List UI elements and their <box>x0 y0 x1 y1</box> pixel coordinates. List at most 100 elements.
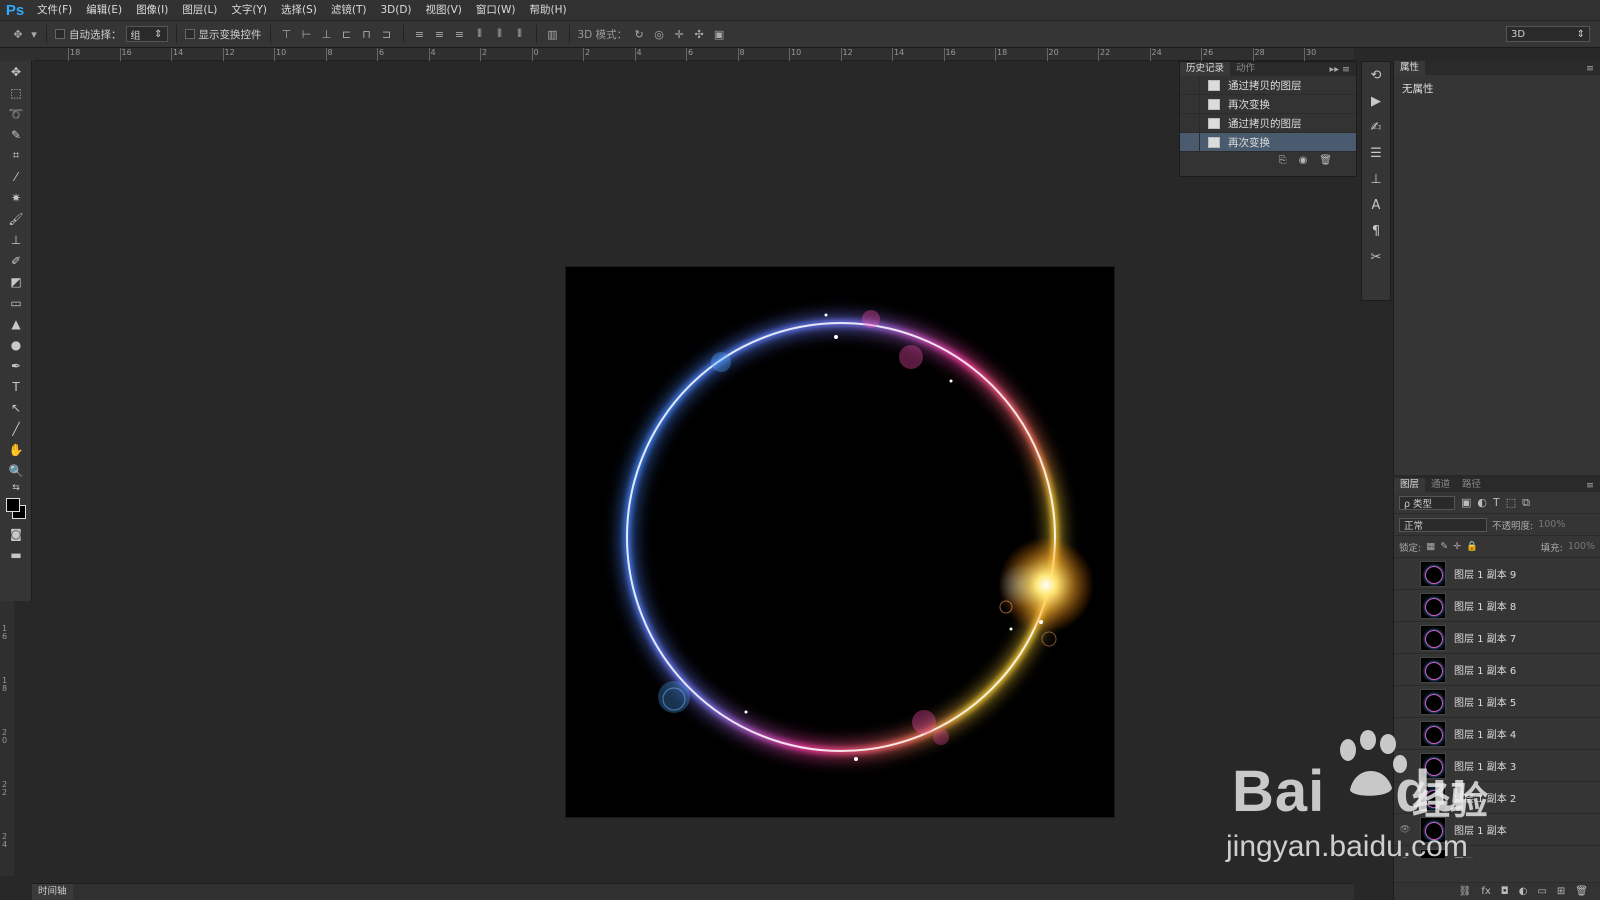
rotate-3d-icon[interactable]: ↻ <box>631 26 647 42</box>
distribute-top-icon[interactable]: ≡ <box>412 26 428 42</box>
eyedropper-tool-icon[interactable]: ⁄ <box>0 166 32 187</box>
brush-tool-icon[interactable]: 🖌 <box>0 208 32 229</box>
align-hcenter-icon[interactable]: ⊓ <box>359 26 375 42</box>
gradient-tool-icon[interactable]: ▭ <box>0 292 32 313</box>
trash-icon[interactable]: 🗑 <box>1319 155 1332 166</box>
brush-panel-icon[interactable]: ✍ <box>1362 114 1390 140</box>
distribute-bottom-icon[interactable]: ≡ <box>452 26 468 42</box>
menu-item[interactable]: 图像(I) <box>129 0 175 20</box>
adjustments-panel-icon[interactable]: ☰ <box>1362 140 1390 166</box>
menu-item[interactable]: 视图(V) <box>419 0 469 20</box>
marquee-tool-icon[interactable]: ⬚ <box>0 82 32 103</box>
layer-row[interactable]: 图层 1 副本 3 <box>1394 750 1600 782</box>
foreground-color[interactable] <box>6 498 20 512</box>
panel-menu-icon[interactable]: ≡ <box>1586 63 1600 74</box>
clone-source-panel-icon[interactable]: ⊥ <box>1362 166 1390 192</box>
auto-select-dropdown[interactable]: 组 ⇕ <box>125 26 168 42</box>
layer-row[interactable]: 👁 图层 1 副本 <box>1394 814 1600 846</box>
clone-stamp-tool-icon[interactable]: ⊥ <box>0 229 32 250</box>
auto-select-checkbox[interactable]: 自动选择： <box>55 27 122 42</box>
camera-3d-icon[interactable]: ▣ <box>711 26 727 42</box>
menu-item[interactable]: 窗口(W) <box>469 0 523 20</box>
layer-style-icon[interactable]: fx <box>1481 886 1490 897</box>
checkbox-box[interactable] <box>184 29 195 39</box>
distribute-left-icon[interactable]: ⦀ <box>472 26 488 42</box>
path-select-tool-icon[interactable]: ↖ <box>0 397 32 418</box>
tab-paths[interactable]: 路径 <box>1456 478 1487 492</box>
eye-icon[interactable]: 👁 <box>1394 857 1416 859</box>
menu-item[interactable]: 选择(S) <box>274 0 324 20</box>
new-layer-icon[interactable]: ⊞ <box>1557 886 1565 897</box>
adjustment-layer-icon[interactable]: ◐ <box>1519 886 1528 897</box>
align-right-icon[interactable]: ⊐ <box>379 26 395 42</box>
menu-item[interactable]: 3D(D) <box>373 0 418 20</box>
tab-actions[interactable]: 动作 <box>1230 62 1261 76</box>
opacity-value[interactable]: 100% <box>1538 519 1565 530</box>
menu-item[interactable]: 文件(F) <box>30 0 79 20</box>
align-left-icon[interactable]: ⊏ <box>339 26 355 42</box>
panel-menu-icon[interactable]: ≡ <box>1586 480 1600 491</box>
distribute-hcenter-icon[interactable]: ⦀ <box>492 26 508 42</box>
pen-tool-icon[interactable]: ✒ <box>0 355 32 376</box>
smart-object-filter-icon[interactable]: ⧉ <box>1522 496 1530 510</box>
layer-row[interactable]: 图层 1 副本 9 <box>1394 558 1600 590</box>
character-panel-icon[interactable]: A <box>1362 192 1390 218</box>
dodge-tool-icon[interactable]: ● <box>0 334 32 355</box>
swap-colors-icon[interactable]: ⇆ <box>0 481 32 495</box>
shape-filter-icon[interactable]: ⬚ <box>1506 496 1516 509</box>
document-canvas[interactable] <box>566 267 1114 817</box>
history-item[interactable]: 再次变换 <box>1180 94 1356 114</box>
menu-item[interactable]: 编辑(E) <box>79 0 129 20</box>
tab-history[interactable]: 历史记录 <box>1180 62 1231 76</box>
history-item[interactable]: 通过拷贝的图层 <box>1180 75 1356 95</box>
quick-mask-icon[interactable]: ◙ <box>0 523 32 544</box>
adjustment-filter-icon[interactable]: ◐ <box>1477 496 1487 509</box>
move-tool-icon[interactable]: ✥ <box>10 26 26 42</box>
layer-filter-dropdown[interactable]: ρ 类型 <box>1399 495 1455 510</box>
roll-3d-icon[interactable]: ◎ <box>651 26 667 42</box>
type-filter-icon[interactable]: T <box>1493 496 1500 509</box>
move-tool-icon[interactable]: ✥ <box>0 61 32 82</box>
chevron-down-icon[interactable]: ▾ <box>30 26 38 42</box>
menu-item[interactable]: 图层(L) <box>175 0 224 20</box>
blend-mode-dropdown[interactable]: 正常 <box>1399 517 1487 532</box>
tool-presets-panel-icon[interactable]: ✂ <box>1362 244 1390 270</box>
layer-row[interactable]: 图层 1 副本 4 <box>1394 718 1600 750</box>
lasso-tool-icon[interactable]: ➰ <box>0 103 32 124</box>
hand-tool-icon[interactable]: ✋ <box>0 439 32 460</box>
healing-brush-tool-icon[interactable]: ✷ <box>0 187 32 208</box>
history-panel-icon[interactable]: ⟲ <box>1362 62 1390 88</box>
link-layers-icon[interactable]: ⛓ <box>1459 886 1472 897</box>
camera-icon[interactable]: ◉ <box>1299 155 1308 166</box>
align-top-icon[interactable]: ⊤ <box>279 26 295 42</box>
snapshot-toggle[interactable] <box>1180 94 1200 114</box>
layer-row[interactable]: 图层 1 副本 7 <box>1394 622 1600 654</box>
snapshot-toggle[interactable] <box>1180 113 1200 133</box>
show-transform-checkbox[interactable]: 显示变换控件 <box>184 27 262 42</box>
new-group-icon[interactable]: ▭ <box>1537 886 1546 897</box>
history-item[interactable]: 通过拷贝的图层 <box>1180 113 1356 133</box>
snapshot-toggle[interactable] <box>1180 75 1200 95</box>
lock-pixels-icon[interactable]: ✎ <box>1440 541 1448 552</box>
layer-row[interactable]: 图层 1 副本 2 <box>1394 782 1600 814</box>
lock-all-icon[interactable]: 🔒 <box>1466 541 1478 552</box>
layer-row[interactable]: 图层 1 副本 6 <box>1394 654 1600 686</box>
line-tool-icon[interactable]: ╱ <box>0 418 32 439</box>
lock-transparent-icon[interactable]: ▦ <box>1426 541 1435 552</box>
screen-mode-icon[interactable]: ▬ <box>0 544 32 565</box>
type-tool-icon[interactable]: T <box>0 376 32 397</box>
tab-timeline[interactable]: 时间轴 <box>32 884 73 900</box>
slide-3d-icon[interactable]: ✣ <box>691 26 707 42</box>
lock-position-icon[interactable]: ✛ <box>1453 541 1461 552</box>
distribute-right-icon[interactable]: ⦀ <box>512 26 528 42</box>
eye-icon[interactable]: 👁 <box>1394 825 1416 835</box>
layer-row[interactable]: 图层 1 副本 8 <box>1394 590 1600 622</box>
align-vcenter-icon[interactable]: ⊢ <box>299 26 315 42</box>
menu-item[interactable]: 帮助(H) <box>523 0 574 20</box>
tab-channels[interactable]: 通道 <box>1425 478 1456 492</box>
history-brush-tool-icon[interactable]: ✐ <box>0 250 32 271</box>
document-workspace[interactable] <box>32 61 1354 876</box>
zoom-tool-icon[interactable]: 🔍 <box>0 460 32 481</box>
history-item[interactable]: 再次变换 <box>1180 132 1356 152</box>
auto-align-icon[interactable]: ▥ <box>545 26 561 42</box>
